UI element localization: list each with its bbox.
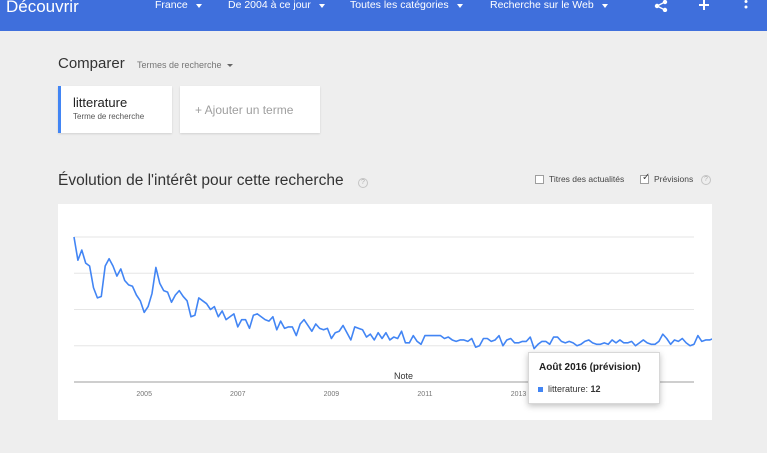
search-type-filter-label: Recherche sur le Web	[490, 0, 594, 11]
tooltip-value: 12	[590, 384, 601, 394]
category-filter-label: Toutes les catégories	[350, 0, 449, 11]
x-tick-label: 2013	[511, 391, 527, 398]
x-tick-label: 2011	[417, 391, 432, 398]
compare-title: Comparer	[58, 55, 125, 72]
news-headlines-option[interactable]: Titres des actualités	[535, 174, 624, 184]
add-icon[interactable]	[697, 0, 711, 12]
tooltip-series-swatch	[538, 386, 543, 392]
forecast-option[interactable]: ✓ Prévisions	[640, 171, 694, 184]
help-icon[interactable]: ?	[358, 178, 368, 188]
chevron-down-icon	[601, 4, 608, 8]
period-filter-label: De 2004 à ce jour	[228, 0, 311, 11]
tooltip-row: litterature: 12	[538, 384, 601, 394]
compare-type-label: Termes de recherche	[137, 60, 222, 70]
x-tick-label: 2009	[324, 391, 340, 398]
region-filter-label: France	[155, 0, 188, 11]
interest-section-title: Évolution de l'intérêt pour cette recher…	[58, 172, 344, 189]
help-icon[interactable]: ?	[701, 175, 711, 185]
term-name: litterature	[73, 95, 128, 110]
x-tick-label: 2007	[230, 391, 246, 398]
forecast-label: Prévisions	[654, 174, 694, 184]
region-filter[interactable]: France	[155, 0, 202, 10]
x-tick-label: 2005	[136, 391, 152, 398]
term-type: Terme de recherche	[73, 112, 145, 121]
tooltip-series-name: litterature	[548, 384, 586, 394]
news-headlines-checkbox[interactable]	[535, 174, 544, 184]
add-term-label: + Ajouter un terme	[195, 103, 294, 117]
forecast-checkbox[interactable]: ✓	[640, 171, 651, 184]
search-term-card[interactable]: litterature Terme de recherche	[58, 86, 172, 133]
compare-type-selector[interactable]: Termes de recherche	[137, 60, 233, 70]
search-type-filter[interactable]: Recherche sur le Web	[490, 0, 608, 10]
chevron-down-icon	[456, 4, 463, 8]
tooltip-title: Août 2016 (prévision)	[539, 362, 641, 373]
more-vert-icon[interactable]	[742, 0, 750, 12]
add-term-button[interactable]: + Ajouter un terme	[180, 86, 320, 133]
chevron-down-icon	[318, 4, 325, 8]
category-filter[interactable]: Toutes les catégories	[350, 0, 463, 10]
chevron-down-icon	[226, 63, 233, 67]
check-icon: ✓	[642, 171, 651, 183]
chart-tooltip: Août 2016 (prévision) litterature: 12	[528, 352, 660, 404]
share-icon[interactable]	[653, 0, 669, 12]
chevron-down-icon	[195, 4, 202, 8]
period-filter[interactable]: De 2004 à ce jour	[228, 0, 325, 10]
top-bar: Découvrir France De 2004 à ce jour Toute…	[0, 0, 767, 31]
tooltip-series-label: litterature: 12	[548, 384, 601, 394]
series-line-litterature	[73, 236, 767, 350]
news-headlines-label: Titres des actualités	[549, 174, 625, 184]
chart-annotation: Note	[394, 371, 413, 381]
app-title[interactable]: Découvrir	[6, 0, 79, 15]
